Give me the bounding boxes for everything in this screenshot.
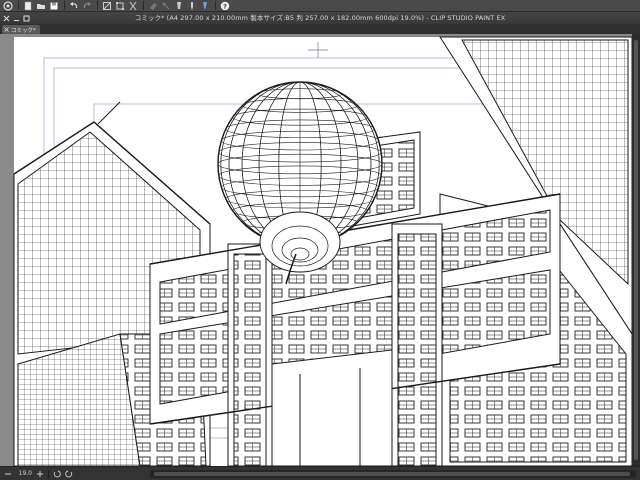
help-icon[interactable]: ? <box>219 1 230 11</box>
zoom-in-icon[interactable] <box>36 470 44 478</box>
brush-icon[interactable] <box>186 1 197 11</box>
svg-text:?: ? <box>223 2 227 10</box>
window-title: コミック* (A4 297.00 x 210.00mm 製本サイズ:B5 判 2… <box>134 14 506 22</box>
pen-icon[interactable] <box>173 1 184 11</box>
vertical-scrollbar[interactable] <box>632 34 640 466</box>
tab-comic[interactable]: コミック* <box>2 25 40 34</box>
horizontal-scrollbar[interactable] <box>150 470 636 478</box>
transform-icon[interactable] <box>114 1 125 11</box>
vertical-scroll-thumb[interactable] <box>634 40 638 460</box>
new-file-icon[interactable] <box>22 1 33 11</box>
zoom-out-icon[interactable] <box>4 470 12 478</box>
toolbar-divider <box>215 1 216 10</box>
toolbar-divider <box>97 1 98 10</box>
tab-close-icon[interactable] <box>4 27 9 32</box>
open-file-icon[interactable] <box>35 1 46 11</box>
document-tab-bar: コミック* <box>0 24 640 34</box>
status-bar: 19.0 <box>0 466 640 480</box>
rotate-right-icon[interactable] <box>65 470 73 478</box>
maximize-icon[interactable] <box>23 15 30 22</box>
ruler-icon[interactable] <box>199 1 210 11</box>
toolbar-divider <box>143 1 144 10</box>
tab-label: コミック* <box>11 27 36 34</box>
toolbar-divider <box>18 1 19 10</box>
redo-icon[interactable] <box>81 1 92 11</box>
window-controls <box>0 15 30 22</box>
rotate-left-icon[interactable] <box>53 470 61 478</box>
toolbar-divider <box>64 1 65 10</box>
minimize-icon[interactable] <box>13 15 20 22</box>
select-icon[interactable] <box>160 1 171 11</box>
zoom-value[interactable]: 19.0 <box>16 470 32 477</box>
clear-icon[interactable] <box>101 1 112 11</box>
app-menu-icon[interactable] <box>2 0 13 11</box>
command-bar: ? <box>0 0 640 12</box>
clip-studio-window: ? コミック* (A4 297.00 x 210.00mm 製本サイズ:B5 判… <box>0 0 640 480</box>
title-bar: コミック* (A4 297.00 x 210.00mm 製本サイズ:B5 判 2… <box>0 12 640 24</box>
close-icon[interactable] <box>3 15 10 22</box>
undo-icon[interactable] <box>68 1 79 11</box>
canvas-viewport[interactable] <box>0 34 632 466</box>
save-icon[interactable] <box>48 1 59 11</box>
horizontal-scroll-thumb[interactable] <box>154 472 630 476</box>
eraser-icon[interactable] <box>147 1 158 11</box>
drawing-canvas[interactable] <box>0 34 632 466</box>
status-divider <box>48 469 49 478</box>
fill-icon[interactable] <box>127 1 138 11</box>
